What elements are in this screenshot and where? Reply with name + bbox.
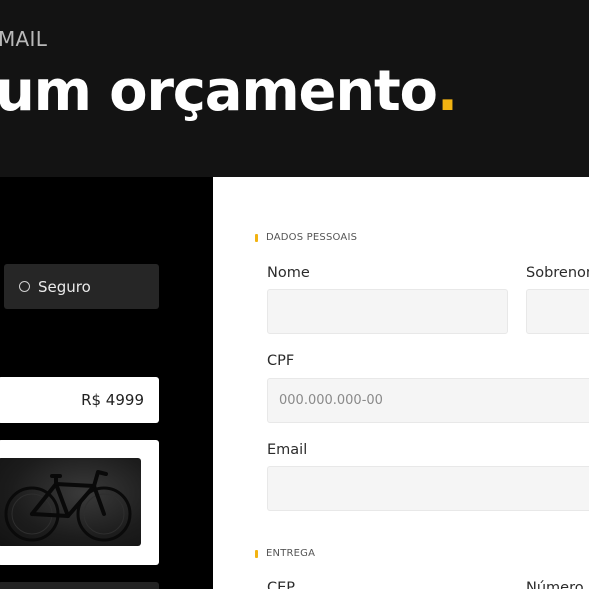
sobrenome-field[interactable] xyxy=(526,289,589,334)
cpf-field[interactable] xyxy=(267,378,589,423)
nome-label: Nome xyxy=(267,265,310,281)
section-header-delivery: ENTREGA xyxy=(255,548,315,559)
nome-field[interactable] xyxy=(267,289,508,334)
sobrenome-input[interactable] xyxy=(527,290,589,333)
price-display: R$ 4999 xyxy=(0,377,159,423)
page-title-accent-dot: . xyxy=(436,59,458,124)
section-header-personal: DADOS PESSOAIS xyxy=(255,232,357,243)
page-header: MAIL um orçamento. xyxy=(0,0,589,177)
insurance-option-button[interactable]: Seguro xyxy=(4,264,159,309)
section-accent-bar xyxy=(255,549,258,558)
section-title: ENTREGA xyxy=(266,548,316,559)
page-title-text: um orçamento xyxy=(0,59,438,124)
page-title: um orçamento. xyxy=(0,56,458,128)
price-value: R$ 4999 xyxy=(81,391,144,409)
section-accent-bar xyxy=(255,233,258,242)
quote-form: DADOS PESSOAIS Nome Sobrenome CPF Email … xyxy=(213,177,589,589)
cep-label: CEP xyxy=(267,580,296,589)
cpf-label: CPF xyxy=(267,353,295,369)
radio-circle-icon xyxy=(19,281,30,292)
product-summary-panel: Seguro R$ 4999 xyxy=(0,177,213,589)
nome-input[interactable] xyxy=(268,290,507,333)
email-field[interactable] xyxy=(267,466,589,511)
bicycle-image xyxy=(0,458,141,546)
bicycle-icon xyxy=(4,470,132,542)
email-label: Email xyxy=(267,442,308,458)
email-input[interactable] xyxy=(268,467,589,510)
product-card[interactable] xyxy=(0,440,159,565)
next-product-card[interactable] xyxy=(0,582,159,589)
sobrenome-label: Sobrenome xyxy=(526,265,589,281)
section-title: DADOS PESSOAIS xyxy=(266,232,358,243)
numero-label: Número xyxy=(526,580,584,589)
cpf-input[interactable] xyxy=(268,379,589,422)
insurance-option-label: Seguro xyxy=(38,277,91,296)
header-eyebrow: MAIL xyxy=(0,27,48,51)
